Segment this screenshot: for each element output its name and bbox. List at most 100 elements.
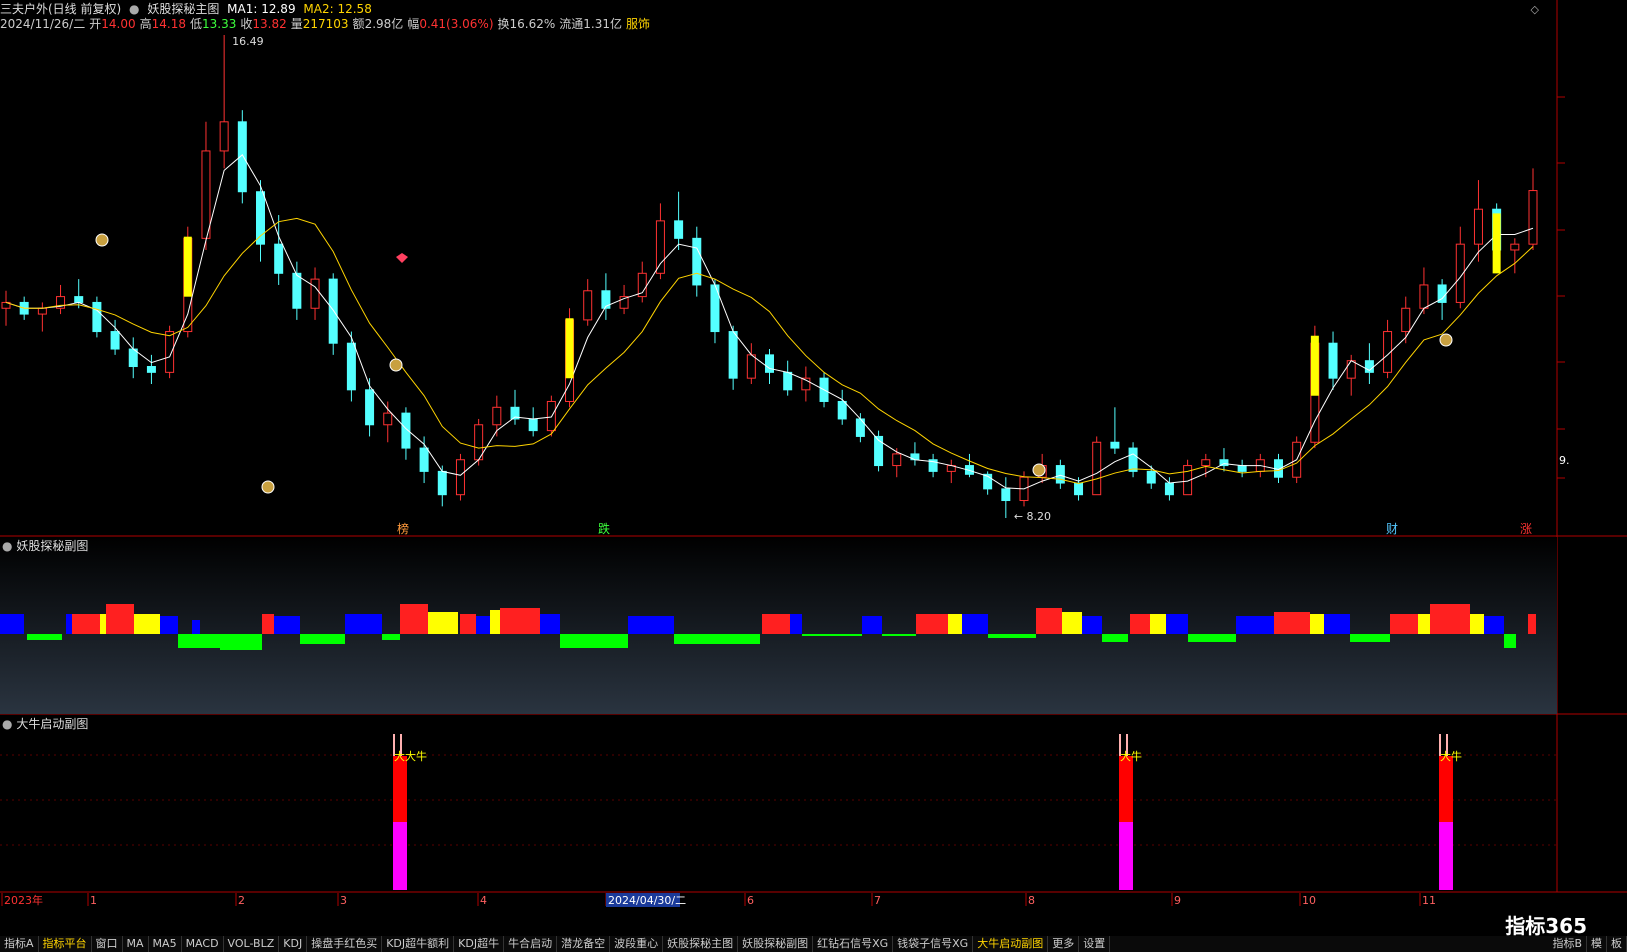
chart-stage[interactable]: 16.49 ← 8.20 9. 榜 跌 财 涨大大牛 大牛 大牛 2023年 1 2 3 4 2024/04… — [0, 0, 1627, 952]
main-chart-svg[interactable]: 16.49 ← 8.20 9. 榜 跌 财 涨大大牛 大牛 大牛 2023年 1 2 3 4 2024/04… — [0, 0, 1627, 936]
tab-2[interactable]: 窗口 — [92, 936, 123, 952]
event-marker-0[interactable]: 榜 — [397, 521, 409, 536]
event-marker-2[interactable]: 财 — [1386, 522, 1398, 536]
bull-magenta-bar-2 — [1439, 822, 1453, 890]
tab-12[interactable]: 潜龙备空 — [557, 936, 611, 952]
candle-body-77[interactable] — [1401, 307, 1411, 333]
sub1-bar-48 — [1390, 614, 1418, 634]
candle-body-37[interactable] — [674, 220, 684, 239]
sub1-title[interactable]: ● 妖股探秘副图 — [2, 537, 88, 554]
tab-17[interactable]: 钱袋子信号XG — [893, 936, 974, 952]
sub1-bar-46 — [1324, 614, 1350, 634]
tab-right-1[interactable]: 模 — [1587, 936, 1607, 952]
candle-body-36[interactable] — [655, 220, 665, 274]
high-price-label: 16.49 — [232, 35, 264, 48]
settings-icon[interactable]: ● — [129, 2, 139, 16]
candle-body-11[interactable] — [201, 150, 211, 239]
candle-body-4[interactable] — [74, 296, 84, 303]
candle-body-27[interactable] — [492, 406, 502, 426]
tab-right-2[interactable]: 板 — [1607, 936, 1627, 952]
tab-15[interactable]: 妖股探秘副图 — [738, 936, 814, 952]
stock-title[interactable]: 三夫户外(日线 前复权) — [0, 2, 121, 16]
candle-body-40[interactable] — [728, 331, 738, 379]
candle-body-74[interactable] — [1346, 360, 1356, 379]
sub2-collapse-icon[interactable]: ● — [2, 717, 12, 731]
sub2-title[interactable]: ● 大牛启动副图 — [2, 715, 88, 732]
candle-body-78[interactable] — [1419, 284, 1429, 309]
tab-13[interactable]: 波段重心 — [610, 936, 664, 952]
candle-body-63[interactable] — [1146, 470, 1156, 484]
tab-20[interactable]: 设置 — [1079, 936, 1111, 952]
sub1-bar-36 — [1062, 612, 1082, 634]
candle-body-6[interactable] — [110, 331, 120, 350]
candle-body-64[interactable] — [1164, 482, 1174, 496]
tab-18[interactable]: 大牛启动副图 — [973, 936, 1049, 952]
sub1-bar-21 — [500, 608, 540, 634]
candle-body-55[interactable] — [1001, 488, 1011, 502]
event-marker-1[interactable]: 跌 — [598, 521, 610, 536]
sub1-bar-30 — [882, 634, 916, 636]
tab-19[interactable]: 更多 — [1048, 936, 1080, 952]
tab-10[interactable]: KDJ超牛 — [454, 936, 505, 952]
sub1-bar-5 — [106, 604, 134, 634]
tab-9[interactable]: KDJ超牛额利 — [382, 936, 455, 952]
candle-body-49[interactable] — [892, 453, 902, 467]
candle-body-29[interactable] — [528, 418, 538, 432]
candle-body-15[interactable] — [274, 243, 284, 274]
tab-4[interactable]: MA5 — [149, 936, 182, 952]
window-menu-icon[interactable]: ◇ — [1531, 3, 1539, 16]
tab-7[interactable]: KDJ — [279, 936, 308, 952]
sub1-bar-41 — [1166, 614, 1188, 634]
candle-body-68[interactable] — [1237, 465, 1247, 472]
high-value: 14.18 — [151, 17, 186, 31]
candle-body-60[interactable] — [1092, 441, 1102, 496]
tab-5[interactable]: MACD — [182, 936, 224, 952]
tab-14[interactable]: 妖股探秘主图 — [663, 936, 739, 952]
candle-body-24[interactable] — [437, 470, 447, 496]
tab-16[interactable]: 红钻石信号XG — [813, 936, 894, 952]
candle-body-38[interactable] — [692, 237, 702, 286]
candle-body-25[interactable] — [455, 459, 465, 496]
tab-0[interactable]: 指标A — [0, 936, 39, 952]
money-bag-icon-2 — [389, 358, 403, 372]
candle-body-73[interactable] — [1328, 342, 1338, 379]
sector-badge[interactable]: 服饰 — [626, 17, 650, 31]
candle-body-9[interactable] — [165, 331, 175, 373]
candle-body-8[interactable] — [146, 366, 156, 373]
tab-8[interactable]: 操盘手红色买 — [307, 936, 383, 952]
candle-body-43[interactable] — [783, 371, 793, 391]
candle-body-41[interactable] — [746, 354, 756, 379]
candle-body-62[interactable] — [1128, 447, 1138, 472]
sub1-collapse-icon[interactable]: ● — [2, 539, 12, 553]
event-marker-3[interactable]: 涨 — [1520, 521, 1532, 536]
candle-body-16[interactable] — [292, 272, 302, 309]
candle-body-84[interactable] — [1528, 190, 1538, 245]
main-indicator-name[interactable]: 妖股探秘主图 — [147, 2, 219, 16]
tab-11[interactable]: 牛合启动 — [504, 936, 558, 952]
candle-body-61[interactable] — [1110, 441, 1120, 449]
candle-body-18[interactable] — [328, 278, 338, 344]
candle-body-5[interactable] — [92, 301, 102, 333]
candle-body-21[interactable] — [383, 412, 393, 426]
signal-bar-1 — [565, 318, 574, 379]
tab-6[interactable]: VOL-BLZ — [224, 936, 280, 952]
candle-body-42[interactable] — [765, 354, 774, 373]
candle-body-59[interactable] — [1074, 482, 1084, 496]
candle-body-32[interactable] — [583, 290, 593, 321]
candle-body-12[interactable] — [219, 121, 229, 152]
candle-body-17[interactable] — [310, 278, 320, 309]
candle-body-19[interactable] — [346, 342, 356, 391]
sub1-bar-18 — [460, 614, 476, 634]
sub1-bar-45 — [1310, 614, 1324, 634]
candle-body-66[interactable] — [1201, 459, 1211, 467]
candle-body-20[interactable] — [365, 389, 375, 426]
candle-body-23[interactable] — [419, 447, 429, 472]
sub2-title-text: 大牛启动副图 — [16, 717, 89, 731]
candle-body-81[interactable] — [1473, 208, 1483, 245]
sub1-bar-9 — [192, 620, 200, 634]
candle-body-83[interactable] — [1510, 243, 1520, 251]
tab-3[interactable]: MA — [123, 936, 149, 952]
candle-body-46[interactable] — [837, 400, 847, 420]
tab-1[interactable]: 指标平台 — [39, 936, 92, 952]
candle-body-2[interactable] — [37, 307, 47, 315]
